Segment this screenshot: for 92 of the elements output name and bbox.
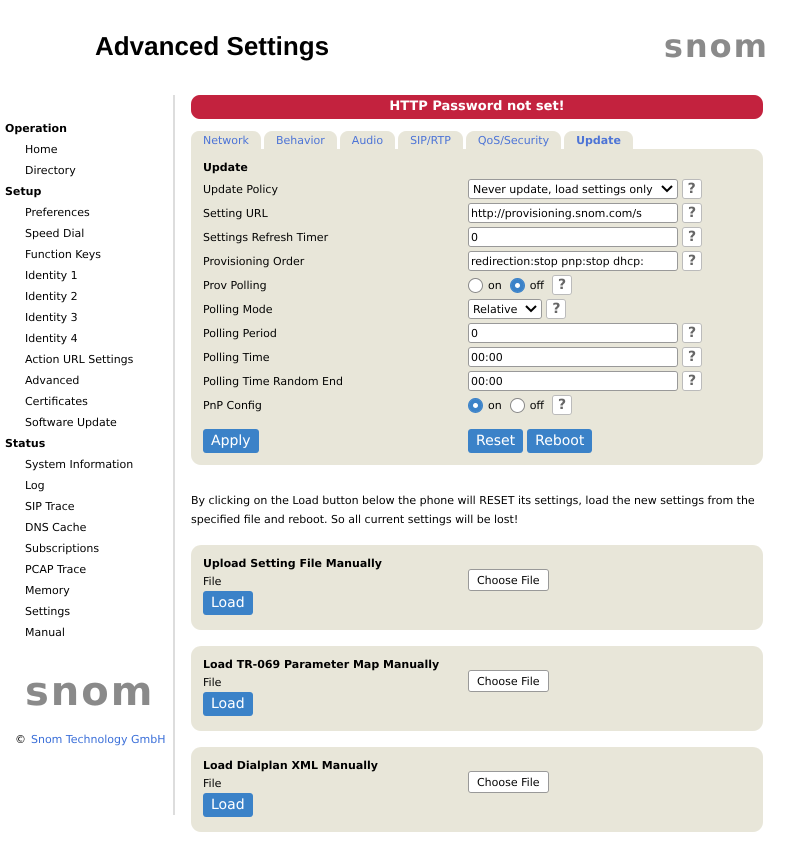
settings-tab[interactable]: Update [564, 131, 633, 149]
sidebar-item[interactable]: Manual [5, 622, 65, 643]
sidebar-item[interactable]: Log [5, 475, 45, 496]
text-field[interactable]: 0 [468, 227, 678, 247]
radio-label: off [530, 278, 544, 292]
page-title: Advanced Settings [95, 30, 330, 62]
radio-button[interactable] [510, 398, 525, 412]
section-heading: Load TR-069 Parameter Map Manually [203, 657, 440, 673]
field-label: File [203, 776, 222, 792]
radio-button[interactable] [468, 398, 483, 412]
field-label: Provisioning Order [203, 254, 306, 268]
radio-label: on [488, 278, 502, 292]
chevron-down-icon [660, 185, 673, 193]
sidebar-item[interactable]: Speed Dial [5, 223, 84, 244]
help-button[interactable]: ? [552, 395, 572, 415]
sidebar-item[interactable]: Directory [5, 160, 76, 181]
sidebar-item[interactable]: Preferences [5, 202, 90, 223]
radio-button[interactable] [468, 278, 483, 292]
sidebar-item[interactable]: Advanced [5, 370, 80, 391]
settings-tab[interactable]: QoS/Security [466, 131, 562, 149]
sidebar-item[interactable]: Identity 2 [5, 286, 78, 307]
help-button[interactable]: ? [682, 347, 702, 367]
apply-button[interactable]: Apply [203, 429, 259, 453]
company-link[interactable]: Snom Technology GmbH [31, 733, 166, 746]
chevron-down-icon [525, 305, 538, 313]
sidebar-section-title: Setup [5, 184, 42, 200]
sidebar-item[interactable]: Action URL Settings [5, 349, 134, 370]
help-button[interactable]: ? [682, 203, 702, 223]
sidebar-item[interactable]: PCAP Trace [5, 559, 86, 580]
sidebar-section-title: Status [5, 436, 46, 452]
copyright-sign: © [15, 733, 26, 746]
choose-file-button[interactable]: Choose File [468, 771, 549, 793]
field-label: File [203, 574, 222, 590]
radio-button[interactable] [510, 278, 525, 292]
help-button[interactable]: ? [682, 227, 702, 247]
field-label: File [203, 675, 222, 691]
sidebar-item[interactable]: Home [5, 139, 58, 160]
field-label: Update Policy [203, 182, 279, 196]
field-label: Polling Time Random End [203, 374, 344, 388]
reboot-button[interactable]: Reboot [527, 429, 592, 453]
field-label: Polling Mode [203, 302, 274, 316]
radio-label: on [488, 398, 502, 412]
load-button[interactable]: Load [203, 793, 253, 817]
sidebar-item[interactable]: Identity 4 [5, 328, 78, 349]
choose-file-button[interactable]: Choose File [468, 670, 549, 692]
sidebar-item[interactable]: Identity 1 [5, 265, 78, 286]
text-field[interactable]: 0 [468, 323, 678, 343]
dropdown[interactable]: Never update, load settings only [468, 179, 678, 199]
sidebar-section-title: Operation [5, 121, 68, 137]
section-heading: Update [203, 160, 249, 176]
sidebar-item[interactable]: Settings [5, 601, 70, 622]
help-button[interactable]: ? [682, 251, 702, 271]
sidebar-item[interactable]: System Information [5, 454, 134, 475]
warning-text: By clicking on the Load button below the phone will RESET its settings, load the new settings from the specified file and reboot. So all current settings will be lost! [191, 493, 756, 528]
settings-tab[interactable]: Network [191, 131, 261, 149]
text-field[interactable]: redirection:stop pnp:stop dhcp: [468, 251, 678, 271]
radio-label: off [530, 398, 544, 412]
dropdown[interactable]: Relative [468, 299, 542, 319]
help-button[interactable]: ? [682, 179, 702, 199]
help-button[interactable]: ? [546, 299, 566, 319]
reset-button[interactable]: Reset [468, 429, 524, 453]
text-field[interactable]: 00:00 [468, 371, 678, 391]
sidebar-item[interactable]: SIP Trace [5, 496, 75, 517]
text-field[interactable]: http://provisioning.snom.com/s [468, 203, 678, 223]
snom-logo: snom [664, 27, 769, 65]
section-heading: Load Dialplan XML Manually [203, 758, 379, 774]
sidebar-item[interactable]: Software Update [5, 412, 117, 433]
sidebar-item[interactable]: Identity 3 [5, 307, 78, 328]
text-field[interactable]: 00:00 [468, 347, 678, 367]
settings-tab[interactable]: Audio [340, 131, 396, 149]
settings-tab[interactable]: SIP/RTP [398, 131, 463, 149]
field-label: Setting URL [203, 206, 269, 220]
help-button[interactable]: ? [682, 371, 702, 391]
field-label: Polling Period [203, 326, 278, 340]
help-button[interactable]: ? [552, 275, 572, 295]
sidebar-item[interactable]: Function Keys [5, 244, 101, 265]
load-button[interactable]: Load [203, 692, 253, 716]
sidebar-item[interactable]: Certificates [5, 391, 88, 412]
field-label: Settings Refresh Timer [203, 230, 330, 244]
password-alert: HTTP Password not set! [191, 95, 763, 119]
help-button[interactable]: ? [682, 323, 702, 343]
snom-logo: snom [25, 669, 156, 715]
field-label: Polling Time [203, 350, 271, 364]
sidebar-item[interactable]: DNS Cache [5, 517, 86, 538]
section-heading: Upload Setting File Manually [203, 556, 383, 572]
sidebar-item[interactable]: Subscriptions [5, 538, 100, 559]
field-label: Prov Polling [203, 278, 268, 292]
sidebar-item[interactable]: Memory [5, 580, 70, 601]
load-button[interactable]: Load [203, 591, 253, 615]
choose-file-button[interactable]: Choose File [468, 569, 549, 591]
settings-tab[interactable]: Behavior [264, 131, 337, 149]
field-label: PnP Config [203, 398, 263, 412]
